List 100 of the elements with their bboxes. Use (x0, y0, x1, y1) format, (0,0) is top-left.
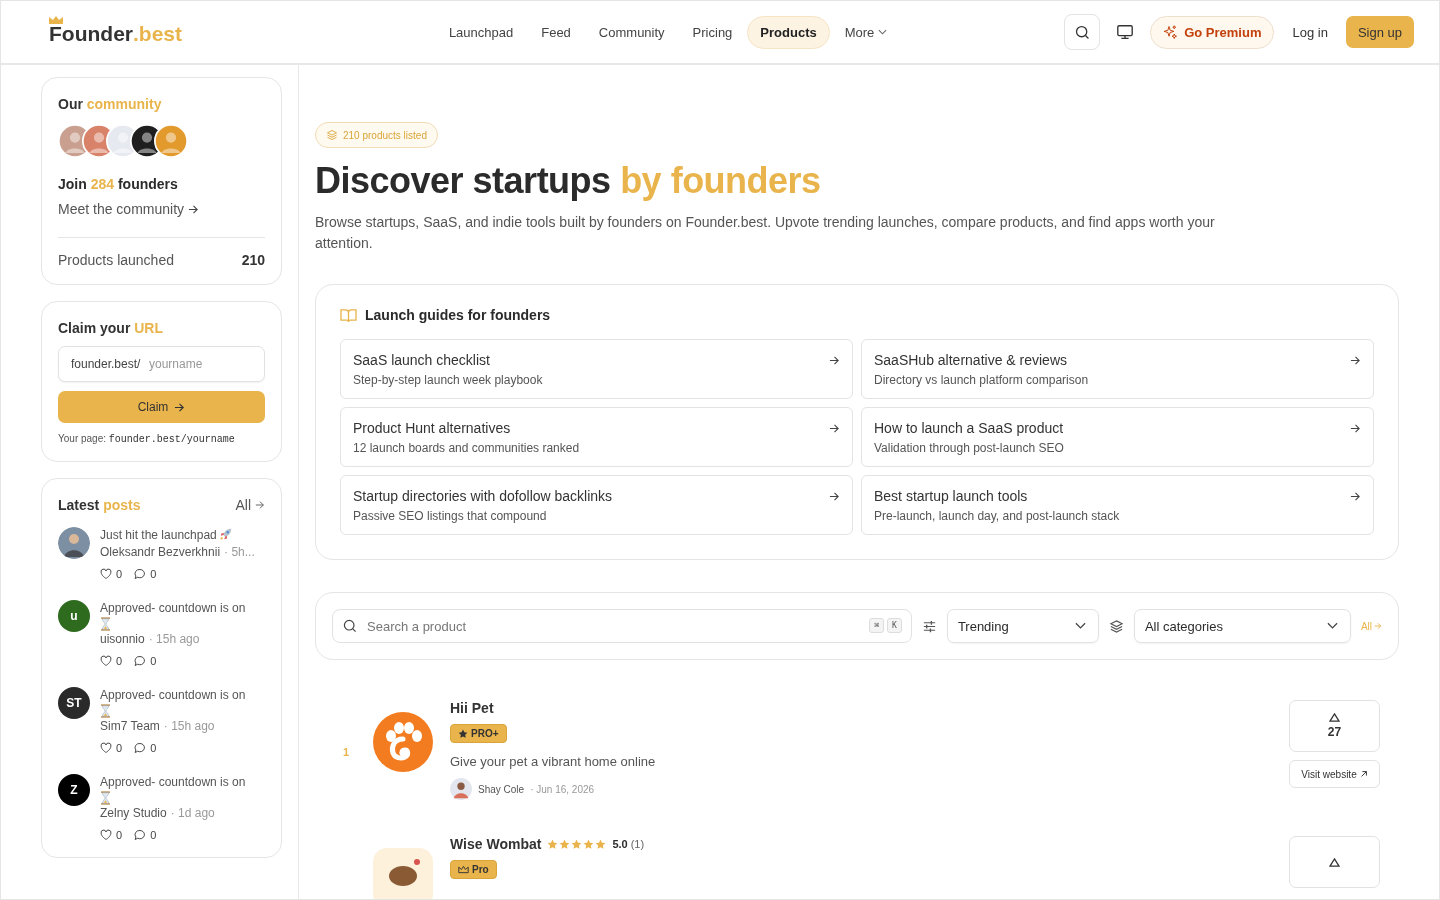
comment-icon (134, 829, 147, 841)
arrow-icon (1350, 423, 1361, 434)
avatar: u (58, 600, 90, 632)
sparkle-icon (1163, 24, 1179, 40)
caret-icon (1074, 622, 1086, 630)
post-title[interactable]: Approved- countdown is on (100, 688, 246, 702)
card-title: Latest posts (58, 497, 141, 513)
star-icon (583, 838, 595, 850)
sort-dropdown[interactable]: Trending (946, 609, 1099, 643)
crown-icon (458, 865, 469, 874)
comment-button[interactable]: 0 (134, 742, 157, 754)
key-cap: K (887, 618, 902, 633)
hourglass-icon (100, 791, 111, 805)
go-premium-button[interactable]: Go Premium (1150, 15, 1275, 49)
crown-icon (49, 16, 63, 24)
guide-card[interactable]: How to launch a SaaS product Validation through post-launch SEO (861, 407, 1374, 467)
guide-card[interactable]: Best startup launch tools Pre-launch, launch day, and post-launch stack (861, 475, 1374, 535)
external-link-icon (1359, 770, 1368, 778)
comment-icon (134, 655, 147, 667)
section-title: Launch guides for founders (365, 307, 551, 323)
card-title: Claim your URL (58, 320, 165, 336)
join-text: Join 284 founders (58, 176, 179, 192)
post-time: · 5h... (224, 545, 255, 559)
post-title[interactable]: Approved- countdown is on (100, 601, 246, 615)
community-link[interactable]: Meet the community (58, 201, 265, 217)
visit-website-button[interactable]: Visit website (1289, 760, 1380, 788)
rating-value: 5.0 (612, 838, 628, 850)
product-tagline: Give your pet a vibrant home online (450, 754, 657, 769)
star-icon (559, 838, 571, 850)
like-button[interactable]: 0 (100, 742, 123, 754)
guide-card[interactable]: Startup directories with dofollow backlinks Passive SEO listings that compound (340, 475, 853, 535)
comment-icon (134, 568, 147, 580)
guide-card[interactable]: SaaSHub alternative & reviews Directory vs launch platform comparison (861, 339, 1374, 399)
nav-tab[interactable]: Feed (528, 15, 584, 49)
author-name[interactable]: uisonnio (100, 632, 145, 646)
post-time: · 1d ago (170, 806, 215, 820)
star-icon (595, 838, 607, 850)
heart-icon (100, 568, 112, 580)
avatar-icon (450, 778, 472, 800)
heart-icon (100, 829, 112, 841)
upvote-button[interactable]: 27 (1289, 700, 1380, 752)
arrow-icon (174, 401, 186, 413)
category-dropdown[interactable]: All categories (1133, 609, 1351, 643)
like-button[interactable]: 0 (100, 829, 123, 841)
signup-button[interactable]: Sign up (1345, 16, 1414, 48)
avatar-icon (154, 124, 188, 158)
badge-label: Pro (472, 864, 489, 875)
arrow-icon (829, 423, 840, 434)
like-button[interactable]: 0 (100, 568, 123, 580)
nav-tab[interactable]: Launchpad (435, 15, 527, 49)
rank-number: 1 (342, 745, 351, 758)
avatar: Z (58, 774, 90, 806)
page-url-note: Your page: founder.best/yourname (58, 433, 236, 445)
nav-tab[interactable]: More (831, 15, 901, 49)
guide-card[interactable]: Product Hunt alternatives 12 launch boards and communities ranked (340, 407, 853, 467)
key-cap: ⌘ (869, 618, 885, 633)
page-description: Browse startups, SaaS, and indie tools built by founders on Founder.best. Upvote trending launches, compare products, and find apps worth your attention. (315, 213, 1215, 253)
post-time: · 15h ago (163, 719, 215, 733)
review-count: (1) (630, 838, 645, 850)
comment-button[interactable]: 0 (134, 829, 157, 841)
star-icon (571, 838, 583, 850)
search-icon (1073, 23, 1091, 41)
paw-logo-icon (373, 712, 433, 772)
post-title[interactable]: Approved- countdown is on (100, 775, 246, 789)
hourglass-icon (100, 617, 111, 631)
author-name[interactable]: Zelny Studio (100, 806, 167, 820)
monitor-icon[interactable] (1116, 23, 1135, 41)
url-prefix: founder.best/ (71, 357, 141, 371)
arrow-icon (829, 491, 840, 502)
search-icon (342, 618, 358, 634)
login-link[interactable]: Log in (1286, 24, 1334, 40)
comment-button[interactable]: 0 (134, 568, 157, 580)
book-icon (340, 307, 357, 323)
comment-button[interactable]: 0 (134, 655, 157, 667)
claim-button[interactable]: Claim (58, 391, 265, 423)
launch-date: · Jun 16, 2026 (530, 783, 595, 795)
nav-tab[interactable]: Community (585, 15, 678, 49)
author-name[interactable]: Sim7 Team (100, 719, 160, 733)
like-button[interactable]: 0 (100, 655, 123, 667)
all-posts-link[interactable]: All (235, 497, 265, 513)
post-title[interactable]: Just hit the launchpad (100, 528, 217, 542)
badge-label: PRO+ (471, 728, 499, 739)
product-name[interactable]: Wise Wombat (450, 836, 542, 852)
page-title: Discover startups by founders (315, 160, 822, 202)
search-button[interactable] (1064, 14, 1101, 50)
arrow-icon (829, 355, 840, 366)
heart-icon (100, 655, 112, 667)
logo[interactable]: Founder.best (49, 18, 182, 46)
product-name[interactable]: Hii Pet (450, 700, 494, 716)
sliders-icon[interactable] (921, 618, 937, 634)
products-count-badge: 210 products listed (315, 122, 438, 148)
guide-card[interactable]: SaaS launch checklist Step-by-step launch week playbook (340, 339, 853, 399)
rocket-icon (218, 527, 233, 541)
triangle-icon (1329, 713, 1340, 722)
maker-name[interactable]: Shay Cole (478, 783, 525, 795)
author-name[interactable]: Oleksandr Bezverkhnii (100, 545, 221, 559)
nav-tab[interactable]: Products (747, 15, 830, 49)
nav-tab[interactable]: Pricing (679, 15, 746, 49)
animal-logo-icon (373, 848, 433, 899)
caret-icon (1326, 622, 1338, 630)
